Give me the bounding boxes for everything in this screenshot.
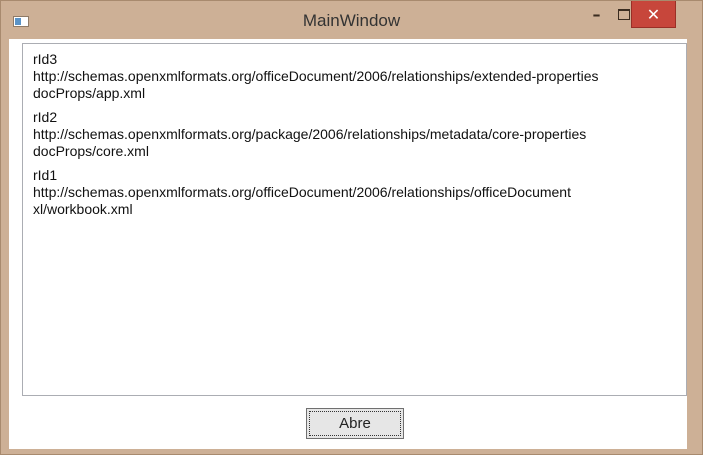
main-window: MainWindow – ✕ rId3 http://schemas.openx… [0,0,703,455]
minimize-button[interactable]: – [582,1,611,28]
relationship-type: http://schemas.openxmlformats.org/packag… [33,126,587,142]
relationship-type: http://schemas.openxmlformats.org/office… [33,184,571,200]
close-icon: ✕ [646,5,661,24]
client-area: rId3 http://schemas.openxmlformats.org/o… [9,39,687,449]
relationship-target: docProps/app.xml [33,85,146,101]
relationship-id: rId2 [33,109,58,125]
title-bar[interactable]: MainWindow – ✕ [1,1,702,39]
maximize-icon [618,9,630,20]
relationship-target: xl/workbook.xml [33,201,133,217]
relationships-list[interactable]: rId3 http://schemas.openxmlformats.org/o… [22,43,687,396]
close-button[interactable]: ✕ [631,1,676,28]
minimize-icon: – [592,5,601,24]
open-button[interactable]: Abre [306,408,404,439]
relationship-id: rId1 [33,167,58,183]
relationship-target: docProps/core.xml [33,143,149,159]
relationship-id: rId3 [33,51,58,67]
button-bar: Abre [9,396,687,449]
list-item[interactable]: rId2 http://schemas.openxmlformats.org/p… [33,109,686,160]
list-item[interactable]: rId3 http://schemas.openxmlformats.org/o… [33,51,686,102]
relationship-type: http://schemas.openxmlformats.org/office… [33,68,599,84]
list-item[interactable]: rId1 http://schemas.openxmlformats.org/o… [33,167,686,218]
